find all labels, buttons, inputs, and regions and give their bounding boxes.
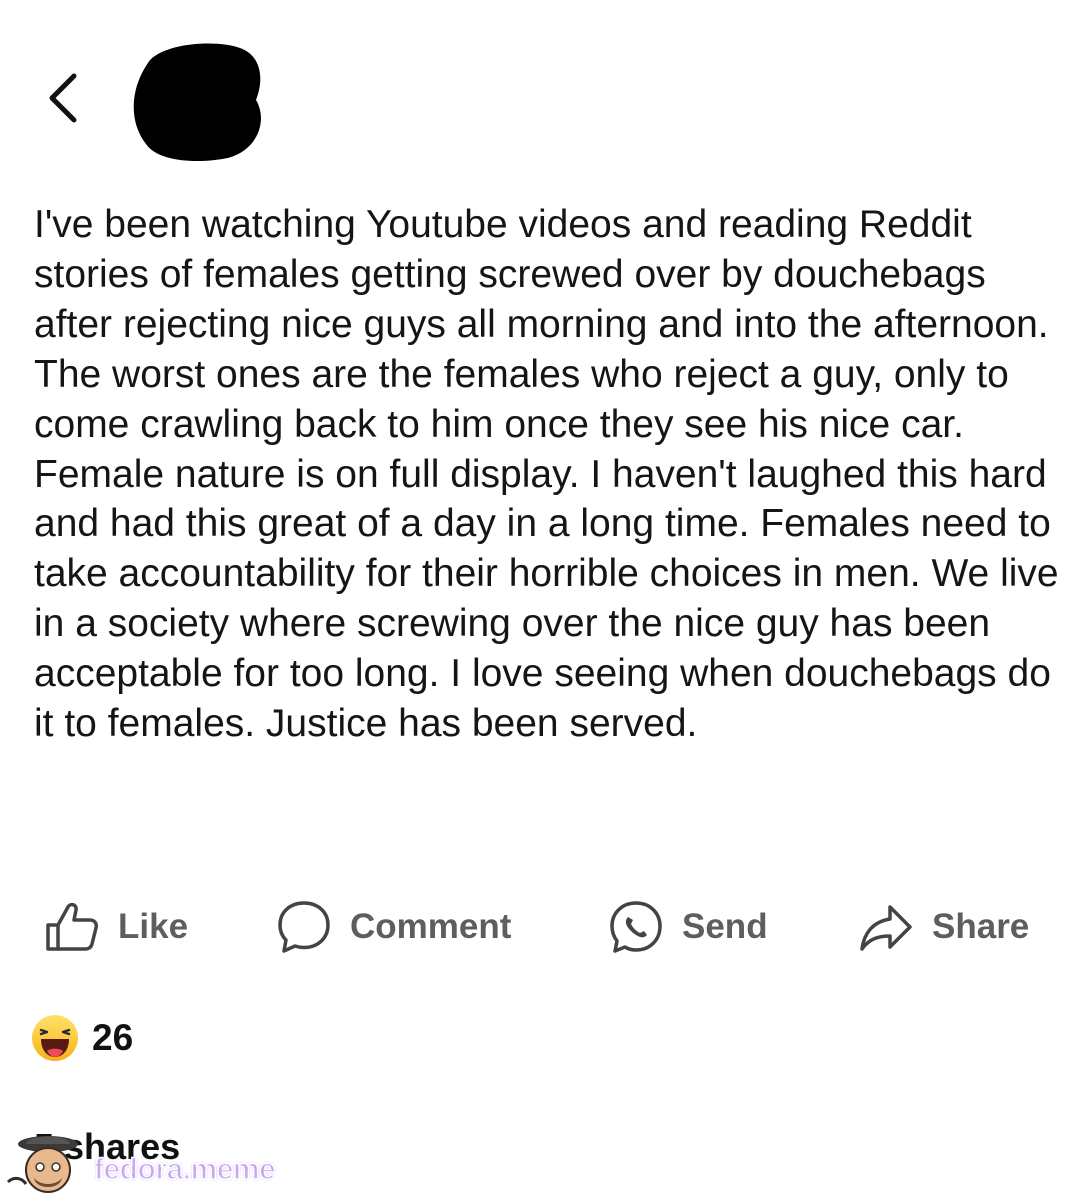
action-bar: Like Comment Send Share [0,892,1080,962]
chevron-left-icon [49,73,77,123]
avatar[interactable] [128,40,264,162]
share-button[interactable]: Share [858,892,1029,962]
send-label: Send [682,907,768,946]
post-text: I've been watching Youtube videos and re… [34,203,1059,746]
watermark: fedora.meme [4,1132,277,1198]
send-button[interactable]: Send [608,892,768,962]
share-arrow-icon [860,905,912,951]
fedora-mascot-icon [6,1136,78,1193]
like-label: Like [118,907,189,946]
messenger-icon [610,901,662,953]
comment-button[interactable]: Comment [276,892,511,962]
haha-emoji-icon [32,1015,78,1061]
back-button[interactable] [40,68,88,128]
comment-bubble-icon [278,901,330,953]
redacted-avatar-icon [133,43,261,162]
reaction-count: 26 [92,1017,134,1058]
reactions-summary[interactable]: 26 [30,1012,133,1064]
watermark-text: fedora.meme [93,1152,276,1187]
like-button[interactable]: Like [44,892,188,962]
share-label: Share [932,907,1030,946]
comment-label: Comment [350,907,512,946]
thumbs-up-icon [46,902,98,951]
